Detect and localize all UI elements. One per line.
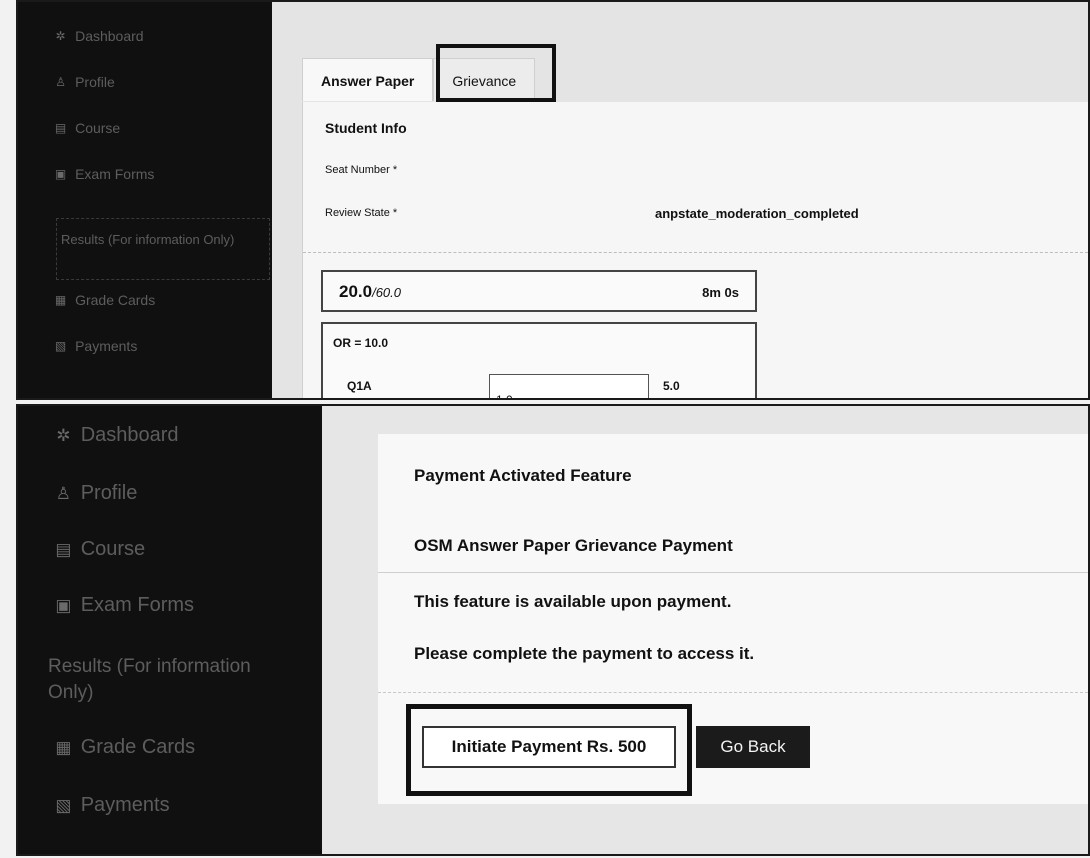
student-info-title: Student Info — [325, 120, 407, 136]
dashboard-icon: ✲ — [55, 29, 66, 43]
question-label: Q1A — [347, 379, 372, 393]
question-max-marks: 5.0 — [663, 379, 680, 393]
sidebar-item-course[interactable]: ▤ Course — [54, 538, 145, 561]
dashboard-icon: ✲ — [56, 425, 71, 445]
sidebar-item-grade-cards[interactable]: ▦ Grade Cards — [54, 292, 155, 308]
payment-subheading: OSM Answer Paper Grievance Payment — [414, 536, 733, 555]
answer-paper-card: Student Info Seat Number * Review State … — [302, 102, 1088, 398]
sidebar-item-payments[interactable]: ▧ Payments — [54, 338, 137, 354]
profile-icon: ♙ — [55, 483, 71, 503]
sidebar-item-results[interactable]: Results (For information Only) — [56, 218, 270, 280]
sidebar-item-dashboard[interactable]: ✲ Dashboard — [54, 424, 178, 447]
answer-paper-screenshot: ✲ Dashboard ♙ Profile ▤ Course ▣ Exam Fo… — [16, 0, 1090, 400]
sidebar-item-exam-forms[interactable]: ▣ Exam Forms — [54, 594, 194, 617]
review-state-value: anpstate_moderation_completed — [655, 206, 859, 221]
initiate-payment-button[interactable]: Initiate Payment Rs. 500 — [422, 726, 676, 768]
course-icon: ▤ — [55, 539, 72, 559]
sidebar-item-results[interactable]: Results (For information Only) — [48, 654, 298, 705]
sidebar-item-dashboard[interactable]: ✲ Dashboard — [54, 28, 144, 44]
or-value: OR = 10.0 — [333, 336, 389, 350]
sidebar-item-exam-forms[interactable]: ▣ Exam Forms — [54, 166, 155, 182]
tab-answer-paper[interactable]: Answer Paper — [302, 58, 434, 101]
payments-icon: ▧ — [55, 795, 72, 815]
sidebar-item-grade-cards[interactable]: ▦ Grade Cards — [54, 736, 195, 759]
payment-screenshot: ✲ Dashboard ♙ Profile ▤ Course ▣ Exam Fo… — [16, 404, 1090, 856]
score-box: 20.0/60.0 8m 0s — [321, 270, 757, 312]
score-obtained: 20.0 — [339, 282, 373, 301]
score-total: 20.0/60.0 — [339, 282, 401, 302]
grade-cards-icon: ▦ — [55, 737, 72, 757]
course-icon: ▤ — [54, 121, 67, 135]
sidebar-item-course[interactable]: ▤ Course — [54, 120, 120, 136]
question-marks-input[interactable]: 1.0 — [489, 374, 649, 398]
divider — [303, 252, 1088, 253]
review-state-label: Review State * — [325, 207, 398, 219]
payment-message-1: This feature is available upon payment. — [414, 592, 732, 611]
sidebar-item-payments[interactable]: ▧ Payments — [54, 794, 169, 817]
payment-heading: Payment Activated Feature — [414, 466, 632, 485]
profile-icon: ♙ — [55, 75, 66, 89]
grievance-highlight-box — [436, 44, 556, 102]
seat-number-label: Seat Number * — [325, 164, 398, 176]
sidebar: ✲ Dashboard ♙ Profile ▤ Course ▣ Exam Fo… — [18, 2, 272, 398]
divider — [378, 692, 1088, 693]
sidebar-item-profile[interactable]: ♙ Profile — [54, 482, 138, 505]
go-back-button[interactable]: Go Back — [696, 726, 810, 768]
time-spent: 8m 0s — [702, 285, 739, 300]
payment-message-2: Please complete the payment to access it… — [414, 644, 755, 663]
sidebar: ✲ Dashboard ♙ Profile ▤ Course ▣ Exam Fo… — [18, 406, 322, 854]
main-content: Answer Paper Grievance Student Info Seat… — [272, 2, 1088, 398]
payments-icon: ▧ — [54, 339, 67, 353]
divider — [378, 572, 1088, 573]
payment-card: Payment Activated Feature OSM Answer Pap… — [378, 434, 1088, 804]
sidebar-item-profile[interactable]: ♙ Profile — [54, 74, 115, 90]
question-marks-box: OR = 10.0 Q1A 1.0 5.0 — [321, 322, 757, 398]
main-content: Payment Activated Feature OSM Answer Pap… — [322, 406, 1088, 854]
grade-cards-icon: ▦ — [54, 293, 67, 307]
exam-forms-icon: ▣ — [55, 595, 72, 615]
score-max: /60.0 — [372, 285, 402, 300]
exam-forms-icon: ▣ — [54, 167, 67, 181]
